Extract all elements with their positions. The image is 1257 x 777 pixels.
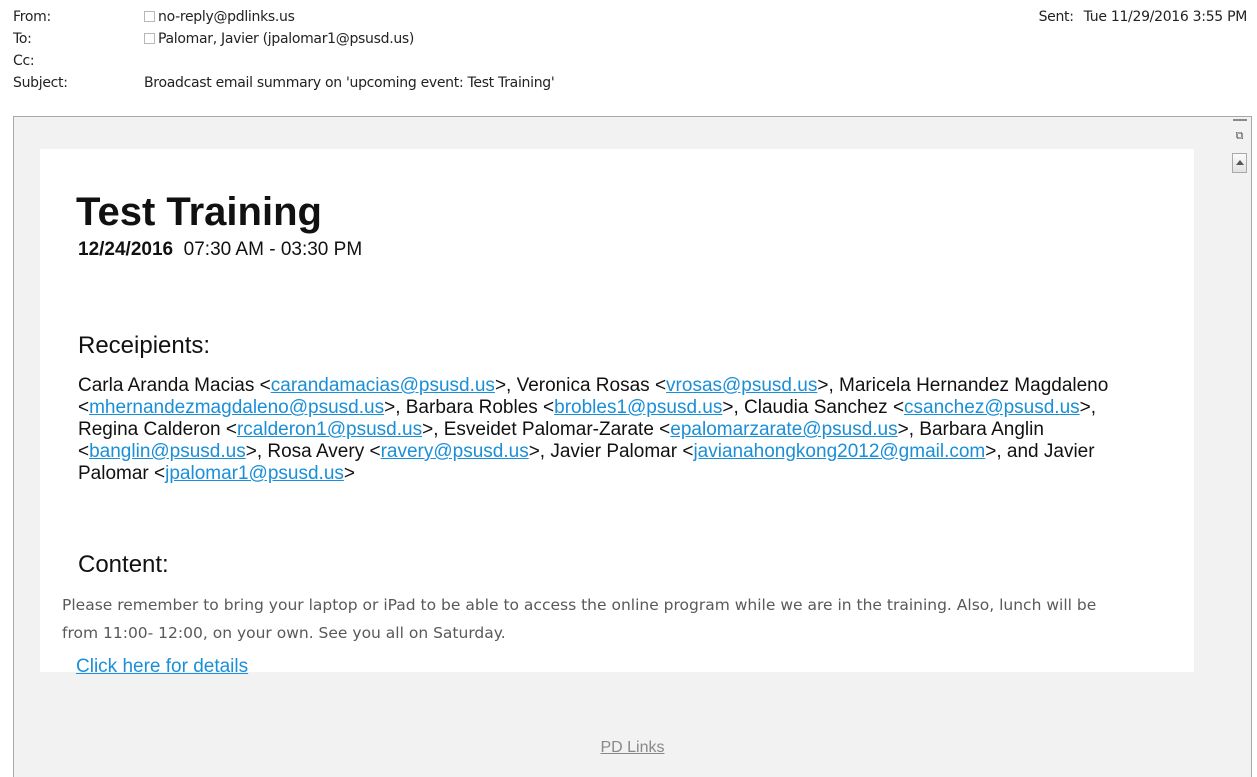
- recipients-list: Carla Aranda Macias <carandamacias@psusd…: [78, 375, 1138, 485]
- to-row: To: Palomar, Javier (jpalomar1@psusd.us): [13, 28, 1257, 50]
- recipient-text: Carla Aranda Macias <: [78, 375, 271, 396]
- recipient-text: >, Rosa Avery <: [245, 441, 381, 462]
- recipient-email-link[interactable]: rcalderon1@psusd.us: [237, 419, 422, 440]
- recipient-email-link[interactable]: carandamacias@psusd.us: [271, 375, 495, 396]
- pd-links-link[interactable]: PD Links: [600, 739, 664, 756]
- recipient-email-link[interactable]: brobles1@psusd.us: [554, 397, 722, 418]
- event-time: 07:30 AM - 03:30 PM: [183, 239, 363, 260]
- recipient-text: >: [343, 463, 355, 484]
- recipient-email-link[interactable]: banglin@psusd.us: [89, 441, 246, 462]
- sender-checkbox-icon: [144, 11, 155, 22]
- from-value[interactable]: no-reply@pdlinks.us: [144, 6, 295, 28]
- event-date: 12/24/2016: [78, 239, 174, 260]
- grip-icon: [1233, 119, 1247, 125]
- recipient-text: >, Veronica Rosas <: [494, 375, 667, 396]
- people-pane-icon[interactable]: ⧉: [1232, 129, 1247, 143]
- scroll-up-button[interactable]: [1232, 153, 1247, 173]
- subject-row: Subject: Broadcast email summary on 'upc…: [13, 72, 1257, 94]
- from-label: From:: [13, 9, 51, 25]
- recipient-checkbox-icon: [144, 33, 155, 44]
- content-heading: Content:: [78, 551, 169, 578]
- recipient-text: >, Barbara Robles <: [384, 397, 555, 418]
- scrollbar[interactable]: ⧉: [1229, 117, 1251, 777]
- sent-label: Sent:: [1038, 9, 1074, 25]
- email-content-card: Test Training 12/24/2016 07:30 AM - 03:3…: [40, 149, 1194, 677]
- recipients-heading: Receipients:: [78, 332, 211, 359]
- from-address[interactable]: no-reply@pdlinks.us: [158, 9, 295, 25]
- recipient-email-link[interactable]: ravery@psusd.us: [381, 441, 529, 462]
- recipient-email-link[interactable]: epalomarzarate@psusd.us: [670, 419, 897, 440]
- recipient-text: >, Esveidet Palomar-Zarate <: [422, 419, 671, 440]
- message-header: From: no-reply@pdlinks.us Sent: Tue 11/29…: [13, 6, 1257, 94]
- sent-value: Tue 11/29/2016 3:55 PM: [1083, 9, 1248, 25]
- event-title: Test Training: [76, 190, 322, 234]
- footer: PD Links: [14, 739, 1251, 757]
- to-label: To:: [13, 31, 32, 47]
- recipient-email-link[interactable]: csanchez@psusd.us: [904, 397, 1080, 418]
- to-value[interactable]: Palomar, Javier (jpalomar1@psusd.us): [144, 28, 414, 50]
- cc-label: Cc:: [13, 53, 35, 69]
- event-datetime: 12/24/2016 07:30 AM - 03:30 PM: [78, 239, 362, 261]
- recipient-email-link[interactable]: vrosas@psusd.us: [666, 375, 817, 396]
- cc-row: Cc:: [13, 50, 1257, 72]
- to-address[interactable]: Palomar, Javier (jpalomar1@psusd.us): [158, 31, 414, 47]
- recipient-email-link[interactable]: jpalomar1@psusd.us: [165, 463, 344, 484]
- recipient-text: >, Javier Palomar <: [528, 441, 694, 462]
- message-body-frame: Test Training 12/24/2016 07:30 AM - 03:3…: [13, 116, 1252, 777]
- recipient-email-link[interactable]: javianahongkong2012@gmail.com: [693, 441, 985, 462]
- recipient-text: >, Claudia Sanchez <: [722, 397, 905, 418]
- subject-value: Broadcast email summary on 'upcoming eve…: [144, 75, 555, 91]
- sent-info: Sent: Tue 11/29/2016 3:55 PM: [1038, 6, 1248, 28]
- from-row: From: no-reply@pdlinks.us Sent: Tue 11/29…: [13, 6, 1257, 28]
- subject-label: Subject:: [13, 75, 68, 91]
- content-text: Please remember to bring your laptop or …: [62, 596, 1097, 642]
- details-link[interactable]: Click here for details: [76, 656, 248, 678]
- recipient-email-link[interactable]: mhernandezmagdaleno@psusd.us: [89, 397, 384, 418]
